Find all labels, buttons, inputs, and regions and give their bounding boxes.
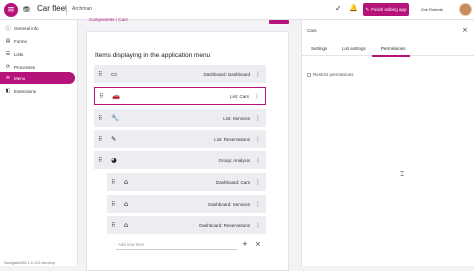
car-icon: 🚗 [112,92,121,100]
sidebar-item-label: General info [14,25,39,31]
pie-chart-icon: ◕ [111,156,117,164]
sidebar-item-label: Forms [14,38,27,44]
close-icon[interactable]: × [462,26,468,34]
menu-item-list-services[interactable]: ⠿ 🔧 List: Services ⋮ [94,109,266,127]
more-options-icon[interactable]: ⋮ [255,136,261,143]
menu-item-label: List: Cars [229,93,249,99]
more-options-icon[interactable]: ⋮ [255,157,261,164]
info-icon: ⓘ [5,25,11,32]
drag-handle-icon[interactable]: ⠿ [98,115,102,122]
finish-editing-button[interactable]: ✎ Finish editing app [363,3,409,16]
menu-item-group-analysis[interactable]: ⠿ ◕ Group: Analysis ⋮ [94,151,266,169]
menu-item-list-reservations[interactable]: ⠿ ✎ List: Reservations ⋮ [94,130,266,148]
mouse-cursor-icon: ⌶ [400,170,405,178]
drag-handle-icon[interactable]: ⠿ [111,179,115,186]
user-name[interactable]: Zoe Roberts [421,7,443,12]
tab-permissions[interactable]: Permissions [381,46,406,51]
drag-handle-icon[interactable]: ⠿ [111,201,115,208]
drag-handle-icon[interactable]: ⠿ [98,71,102,78]
panel-tabs: Settings List settings Permissions [302,42,474,56]
sidebar-item-extensions[interactable]: ◧ Extensions [0,85,75,97]
sidebar-item-label: Processes [14,64,36,70]
list-icon: ☰ [5,51,11,57]
top-bar: ≡ ⛃ Car fleet Archman ✓ 🔔 ✎ Finish editi… [0,0,474,20]
app-menu-icon[interactable]: ≡ [4,3,18,17]
version-label: Navigator365 1.0.122-develop [4,261,55,265]
sidebar: ⓘ General info ▤ Forms ☰ Lists ⟳ Process… [0,20,78,266]
home-icon: ⌂ [124,200,129,208]
menu-item-dashboard-services[interactable]: ⠿ ⌂ Dashboard: Services ⋮ [107,195,266,213]
drag-handle-icon[interactable]: ⠿ [98,157,102,164]
avatar[interactable] [459,3,472,16]
menu-item-dashboard-cars[interactable]: ⠿ ⌂ Dashboard: Cars ⋮ [107,173,266,191]
card-title: Items displaying in the application menu [95,52,211,59]
tab-settings[interactable]: Settings [311,46,327,51]
more-options-icon[interactable]: ⋮ [255,115,261,122]
save-button[interactable] [269,20,289,24]
sidebar-item-menu[interactable]: ≡ Menu [0,72,75,84]
monitor-icon: ▭ [111,70,118,78]
properties-panel: Cars × Settings List settings Permission… [301,20,474,266]
menu-item-label: List: Reservations [214,136,250,142]
menu-item-label: Dashboard: Reservations [199,222,250,228]
menu-icon: ≡ [5,75,11,81]
sidebar-item-label: Menu [14,75,26,81]
edit-note-icon: ✎ [111,135,117,143]
app-title: Car fleet [37,4,68,13]
breadcrumb[interactable]: Components / Cars [89,17,128,22]
sidebar-item-general-info[interactable]: ⓘ General info [0,22,75,34]
menu-item-label: Dashboard: Services [208,201,250,207]
menu-item-dashboard-reservations[interactable]: ⠿ ⌂ Dashboard: Reservations ⋮ [107,216,266,234]
menu-item-label: List: Services [223,115,250,121]
sidebar-item-lists[interactable]: ☰ Lists [0,48,75,60]
more-options-icon[interactable]: ⋮ [255,179,261,186]
divider [66,5,67,15]
sidebar-item-forms[interactable]: ▤ Forms [0,35,75,47]
wrench-icon: 🔧 [111,114,120,122]
workspace-label: Archman [72,6,93,12]
menu-item-label: Group: Analysis [218,157,250,163]
finish-editing-label: Finish editing app [371,7,407,12]
menu-item-label: Dashboard: Dashboard [203,71,250,77]
more-options-icon[interactable]: ⋮ [255,71,261,78]
close-icon[interactable]: × [255,240,261,248]
panel-title: Cars [307,28,317,33]
home-icon: ⌂ [124,178,129,186]
restrict-permissions-checkbox[interactable] [307,73,311,77]
tab-list-settings[interactable]: List settings [342,46,366,51]
more-options-icon[interactable]: ⋮ [255,222,261,229]
sidebar-item-label: Lists [14,51,24,57]
new-item-input[interactable]: Add new item [116,240,237,250]
drag-handle-icon[interactable]: ⠿ [98,136,102,143]
drag-handle-icon[interactable]: ⠿ [111,222,115,229]
bell-icon[interactable]: 🔔 [349,4,358,12]
home-icon: ⌂ [124,221,129,229]
sidebar-item-label: Extensions [14,88,37,94]
drag-handle-icon[interactable]: ⠿ [99,93,103,100]
app-icon: ⛃ [23,5,30,14]
check-icon[interactable]: ✓ [335,4,342,13]
pencil-icon: ✎ [365,6,370,12]
menu-item-label: Dashboard: Cars [215,179,250,185]
menu-item-list-cars[interactable]: ⠿ 🚗 List: Cars ⋮ [94,87,266,105]
restrict-permissions-label[interactable]: Restrict permissions [313,72,354,77]
process-icon: ⟳ [5,64,11,70]
add-icon[interactable]: + [242,240,248,248]
extensions-icon: ◧ [5,88,11,94]
active-tab-indicator [372,55,410,57]
more-options-icon[interactable]: ⋮ [254,93,260,100]
form-icon: ▤ [5,38,11,44]
menu-item-dashboard[interactable]: ⠿ ▭ Dashboard: Dashboard ⋮ [94,65,266,83]
more-options-icon[interactable]: ⋮ [255,201,261,208]
